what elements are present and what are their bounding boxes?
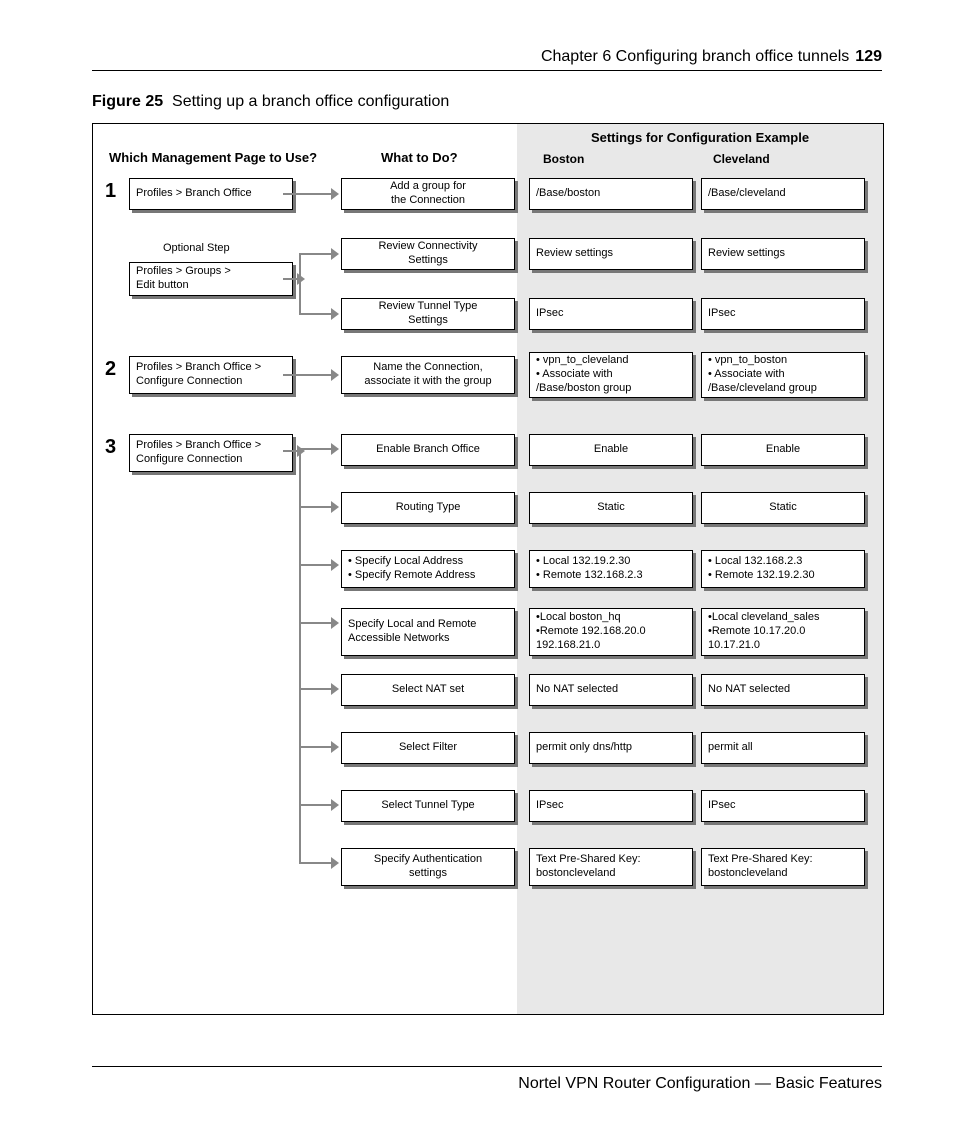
col-mgmt: Which Management Page to Use?	[109, 150, 317, 165]
flow-box: IPsec	[701, 790, 865, 822]
chapter-title: Chapter 6 Configuring branch office tunn…	[541, 48, 849, 66]
col-what: What to Do?	[381, 150, 458, 165]
page-footer: Nortel VPN Router Configuration — Basic …	[92, 1066, 882, 1093]
flow-box: Static	[529, 492, 693, 524]
flow-box: Enable Branch Office	[341, 434, 515, 466]
flow-box: Select NAT set	[341, 674, 515, 706]
flow-box: Review Tunnel Type Settings	[341, 298, 515, 330]
flow-box: No NAT selected	[701, 674, 865, 706]
flow-box: Profiles > Groups > Edit button	[129, 262, 293, 296]
flow-box: Enable	[529, 434, 693, 466]
figure-diagram: Settings for Configuration Example Bosto…	[92, 123, 884, 1015]
flow-box: • Local 132.19.2.30 • Remote 132.168.2.3	[529, 550, 693, 588]
page-number: 129	[855, 48, 882, 66]
flow-box: Static	[701, 492, 865, 524]
flow-box: • Local 132.168.2.3 • Remote 132.19.2.30	[701, 550, 865, 588]
flow-box: Profiles > Branch Office > Configure Con…	[129, 434, 293, 472]
flow-box: •Local cleveland_sales •Remote 10.17.20.…	[701, 608, 865, 656]
flow-box: Review settings	[529, 238, 693, 270]
flow-box: /Base/boston	[529, 178, 693, 210]
figure-caption: Setting up a branch office configuration	[172, 93, 449, 110]
step-number: 2	[105, 358, 116, 381]
step-number: 3	[105, 436, 116, 459]
flow-box: Specify Authentication settings	[341, 848, 515, 886]
flow-box: Specify Local and Remote Accessible Netw…	[341, 608, 515, 656]
flow-box: Profiles > Branch Office	[129, 178, 293, 210]
flow-box: Enable	[701, 434, 865, 466]
flow-box: /Base/cleveland	[701, 178, 865, 210]
flow-box: Text Pre-Shared Key: bostoncleveland	[529, 848, 693, 886]
optional-step-label: Optional Step	[163, 242, 230, 254]
flow-box: • vpn_to_boston • Associate with /Base/c…	[701, 352, 865, 398]
flow-box: •Local boston_hq •Remote 192.168.20.0 19…	[529, 608, 693, 656]
flow-box: Text Pre-Shared Key: bostoncleveland	[701, 848, 865, 886]
flow-box: IPsec	[529, 298, 693, 330]
flow-box: permit all	[701, 732, 865, 764]
settings-heading: Settings for Configuration Example	[517, 130, 883, 145]
flow-box: Name the Connection, associate it with t…	[341, 356, 515, 394]
footer-text: Nortel VPN Router Configuration — Basic …	[518, 1075, 882, 1092]
flow-box: Routing Type	[341, 492, 515, 524]
flow-box: permit only dns/http	[529, 732, 693, 764]
flow-box: IPsec	[529, 790, 693, 822]
col-boston: Boston	[543, 152, 584, 166]
col-cleveland: Cleveland	[713, 152, 770, 166]
flow-box: Review settings	[701, 238, 865, 270]
flow-box: IPsec	[701, 298, 865, 330]
page-header: Chapter 6 Configuring branch office tunn…	[92, 48, 882, 71]
step-number: 1	[105, 180, 116, 203]
flow-box: No NAT selected	[529, 674, 693, 706]
flow-box: • vpn_to_cleveland • Associate with /Bas…	[529, 352, 693, 398]
flow-box: Add a group for the Connection	[341, 178, 515, 210]
figure-label: Figure 25	[92, 93, 163, 110]
figure-title: Figure 25 Setting up a branch office con…	[92, 93, 882, 111]
flow-box: • Specify Local Address • Specify Remote…	[341, 550, 515, 588]
flow-box: Select Tunnel Type	[341, 790, 515, 822]
flow-box: Review Connectivity Settings	[341, 238, 515, 270]
flow-box: Select Filter	[341, 732, 515, 764]
flow-box: Profiles > Branch Office > Configure Con…	[129, 356, 293, 394]
